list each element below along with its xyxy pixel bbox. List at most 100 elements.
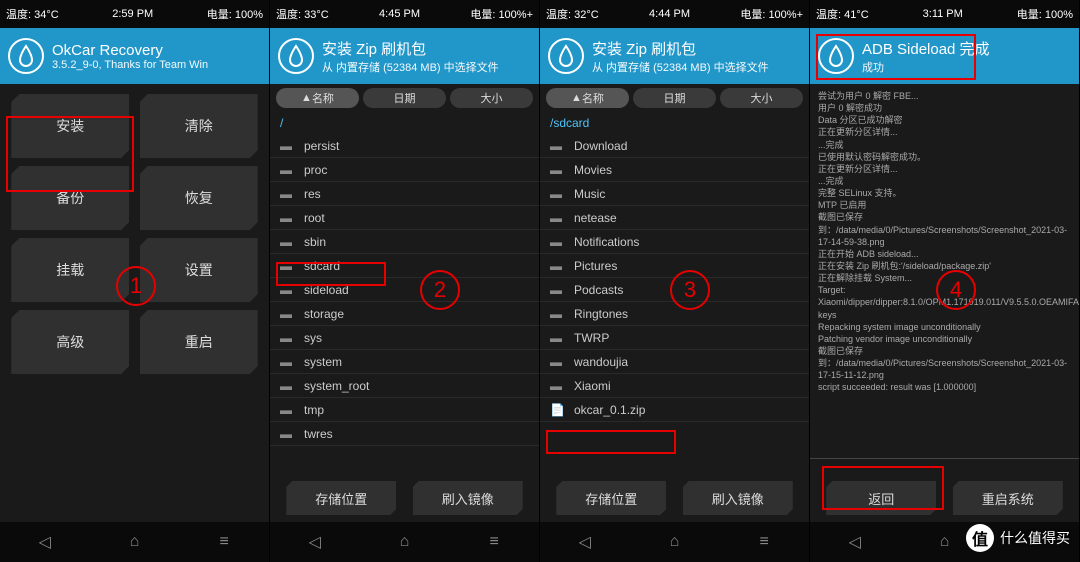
header-title: 安装 Zip 刷机包 <box>592 38 769 59</box>
status-bar: 温度: 41°C3:11 PM电量: 100% <box>810 0 1079 28</box>
file-label: system_root <box>304 379 369 393</box>
file-label: res <box>304 187 321 201</box>
folder-item[interactable]: ▬ proc <box>270 158 539 182</box>
flash-image-button[interactable]: 刷入镜像 <box>683 481 793 515</box>
folder-item[interactable]: ▬ system_root <box>270 374 539 398</box>
wipe-tile[interactable]: 清除 <box>140 94 258 158</box>
settings-tile[interactable]: 设置 <box>140 238 258 302</box>
panel-file-browser-root: 温度: 33°C4:45 PM电量: 100%+ 安装 Zip 刷机包 从 内置… <box>270 0 540 562</box>
recent-icon[interactable]: ≡ <box>204 533 244 551</box>
storage-button[interactable]: 存储位置 <box>556 481 666 515</box>
folder-item[interactable]: ▬ Xiaomi <box>540 374 809 398</box>
folder-item[interactable]: ▬persist <box>270 134 539 158</box>
file-label: twres <box>304 427 333 441</box>
file-label: wandoujia <box>574 355 628 369</box>
folder-item[interactable]: ▬Notifications <box>540 230 809 254</box>
mount-tile[interactable]: 挂载 <box>11 238 129 302</box>
back-icon[interactable]: ◁ <box>25 532 65 552</box>
nav-bar: ◁ ⌂ ≡ <box>540 522 809 562</box>
folder-item[interactable]: ▬root <box>270 206 539 230</box>
header: 安装 Zip 刷机包 从 内置存储 (52384 MB) 中选择文件 <box>270 28 539 84</box>
home-icon[interactable]: ⌂ <box>384 533 424 551</box>
folder-icon: ▬ <box>550 307 566 321</box>
folder-item[interactable]: ▬sbin <box>270 230 539 254</box>
install-tile[interactable]: 安装 <box>11 94 129 158</box>
status-bar: 温度: 33°C4:45 PM电量: 100%+ <box>270 0 539 28</box>
back-icon[interactable]: ◁ <box>565 532 605 552</box>
header-title: ADB Sideload 完成 <box>862 38 990 59</box>
folder-item[interactable]: ▬ sdcard <box>270 254 539 278</box>
reboot-tile[interactable]: 重启 <box>140 310 258 374</box>
sort-name-button[interactable]: ▲ 名称 <box>276 88 359 108</box>
folder-item[interactable]: ▬Pictures <box>540 254 809 278</box>
current-path: / <box>270 112 539 134</box>
recent-icon[interactable]: ≡ <box>474 533 514 551</box>
advanced-tile[interactable]: 高级 <box>11 310 129 374</box>
header: ADB Sideload 完成 成功 <box>810 28 1079 84</box>
folder-item[interactable]: ▬netease <box>540 206 809 230</box>
folder-item[interactable]: ▬tmp <box>270 398 539 422</box>
sort-size-button[interactable]: 大小 <box>450 88 533 108</box>
watermark-text: 什么值得买 <box>1000 528 1070 548</box>
restore-tile[interactable]: 恢复 <box>140 166 258 230</box>
zip-file-item[interactable]: 📄okcar_0.1.zip <box>540 398 809 422</box>
flash-image-button[interactable]: 刷入镜像 <box>413 481 523 515</box>
folder-icon: ▬ <box>280 259 296 273</box>
home-icon[interactable]: ⌂ <box>924 533 964 551</box>
folder-item[interactable]: ▬Movies <box>540 158 809 182</box>
header-subtitle: 成功 <box>862 59 990 75</box>
header-subtitle: 从 内置存储 (52384 MB) 中选择文件 <box>322 59 499 75</box>
file-label: Download <box>574 139 627 153</box>
folder-item[interactable]: ▬sideload <box>270 278 539 302</box>
file-label: proc <box>304 163 327 177</box>
recovery-logo-icon <box>818 38 854 74</box>
header: OkCar Recovery 3.5.2_9-0, Thanks for Tea… <box>0 28 269 84</box>
file-label: Notifications <box>574 235 639 249</box>
recent-icon[interactable]: ≡ <box>744 533 784 551</box>
sort-date-button[interactable]: 日期 <box>633 88 716 108</box>
reboot-system-button[interactable]: 重启系统 <box>953 481 1063 515</box>
file-label: sdcard <box>304 259 340 273</box>
file-label: Podcasts <box>574 283 623 297</box>
file-label: sbin <box>304 235 326 249</box>
file-label: sys <box>304 331 322 345</box>
folder-item[interactable]: ▬Music <box>540 182 809 206</box>
folder-item[interactable]: ▬wandoujia <box>540 350 809 374</box>
folder-icon: ▬ <box>550 379 566 393</box>
folder-item[interactable]: ▬Podcasts <box>540 278 809 302</box>
folder-icon: ▬ <box>280 283 296 297</box>
folder-item[interactable]: ▬TWRP <box>540 326 809 350</box>
backup-tile[interactable]: 备份 <box>11 166 129 230</box>
status-bar: 温度: 32°C4:44 PM电量: 100%+ <box>540 0 809 28</box>
file-label: netease <box>574 211 617 225</box>
sort-date-button[interactable]: 日期 <box>363 88 446 108</box>
folder-icon: ▬ <box>280 163 296 177</box>
home-icon[interactable]: ⌂ <box>114 533 154 551</box>
folder-icon: ▬ <box>280 331 296 345</box>
folder-item[interactable]: ▬ sys <box>270 326 539 350</box>
folder-item[interactable]: ▬ Download <box>540 134 809 158</box>
current-path: /sdcard <box>540 112 809 134</box>
folder-item[interactable]: ▬res <box>270 182 539 206</box>
folder-item[interactable]: ▬Ringtones <box>540 302 809 326</box>
sort-size-button[interactable]: 大小 <box>720 88 803 108</box>
home-icon[interactable]: ⌂ <box>654 533 694 551</box>
storage-button[interactable]: 存储位置 <box>286 481 396 515</box>
back-icon[interactable]: ◁ <box>835 532 875 552</box>
file-label: Xiaomi <box>574 379 611 393</box>
sort-name-button[interactable]: ▲ 名称 <box>546 88 629 108</box>
folder-item[interactable]: ▬twres <box>270 422 539 446</box>
folder-icon: ▬ <box>280 379 296 393</box>
back-icon[interactable]: ◁ <box>295 532 335 552</box>
header-title: 安装 Zip 刷机包 <box>322 38 499 59</box>
back-button[interactable]: 返回 <box>826 481 936 515</box>
folder-item[interactable]: ▬system <box>270 350 539 374</box>
recovery-logo-icon <box>548 38 584 74</box>
nav-bar: ◁ ⌂ ≡ <box>0 522 269 562</box>
log-output: 尝试为用户 0 解密 FBE...用户 0 解密成功Data 分区已成功解密正在… <box>810 84 1079 454</box>
folder-icon: ▬ <box>550 139 566 153</box>
folder-icon: ▬ <box>280 211 296 225</box>
folder-item[interactable]: ▬storage <box>270 302 539 326</box>
header: 安装 Zip 刷机包 从 内置存储 (52384 MB) 中选择文件 <box>540 28 809 84</box>
folder-icon: ▬ <box>280 403 296 417</box>
